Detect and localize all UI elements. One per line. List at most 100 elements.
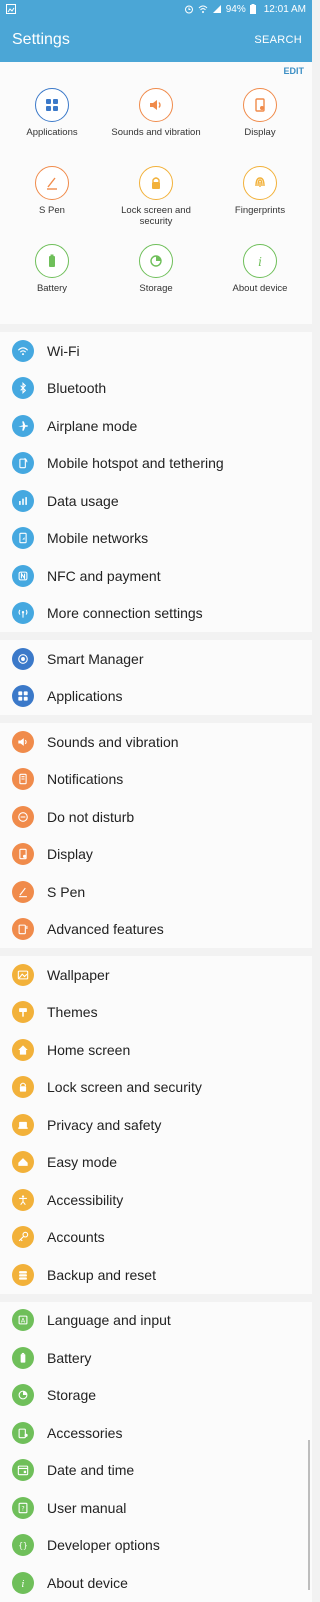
airplane-icon bbox=[12, 414, 34, 437]
settings-item-accounts[interactable]: Accounts bbox=[0, 1219, 312, 1257]
settings-item-storage[interactable]: Storage bbox=[0, 1377, 312, 1415]
do-not-disturb-icon bbox=[12, 805, 34, 828]
settings-item-applications[interactable]: Applications bbox=[0, 678, 312, 716]
battery-percent: 94% bbox=[225, 3, 246, 15]
settings-item-label: Data usage bbox=[47, 492, 119, 509]
settings-item-mobile-networks[interactable]: Mobile networks bbox=[0, 520, 312, 558]
settings-item-lock-screen-and-security[interactable]: Lock screen and security bbox=[0, 1069, 312, 1107]
settings-item-themes[interactable]: Themes bbox=[0, 994, 312, 1032]
settings-item-home-screen[interactable]: Home screen bbox=[0, 1031, 312, 1069]
quick-item-battery[interactable]: Battery bbox=[0, 244, 104, 322]
svg-text:A: A bbox=[21, 1318, 26, 1325]
quick-item-label: Fingerprints bbox=[234, 205, 286, 216]
settings-item-do-not-disturb[interactable]: Do not disturb bbox=[0, 798, 312, 836]
settings-item-easy-mode[interactable]: Easy mode bbox=[0, 1144, 312, 1182]
settings-section: Wi-Fi Bluetooth Airplane mode Mobile hotspo… bbox=[0, 332, 312, 632]
quick-settings-panel: EDIT Applications Sounds and vibration Dis… bbox=[0, 62, 312, 324]
settings-item-date-and-time[interactable]: Date and time bbox=[0, 1452, 312, 1490]
settings-item-data-usage[interactable]: Data usage bbox=[0, 482, 312, 520]
app-bar: Settings SEARCH bbox=[0, 18, 312, 62]
battery-icon bbox=[12, 1346, 34, 1369]
settings-item-accessories[interactable]: Accessories bbox=[0, 1414, 312, 1452]
settings-item-display[interactable]: Display bbox=[0, 836, 312, 874]
settings-item-s-pen[interactable]: S Pen bbox=[0, 873, 312, 911]
quick-item-sounds-and-vibration[interactable]: Sounds and vibration bbox=[104, 88, 208, 166]
settings-item-sounds-and-vibration[interactable]: Sounds and vibration bbox=[0, 723, 312, 761]
quick-item-fingerprints[interactable]: Fingerprints bbox=[208, 166, 312, 244]
quick-item-s-pen[interactable]: S Pen bbox=[0, 166, 104, 244]
settings-item-label: Accounts bbox=[47, 1229, 105, 1246]
language-icon: A bbox=[12, 1309, 34, 1332]
settings-item-label: Storage bbox=[47, 1387, 97, 1404]
svg-text:{}: {} bbox=[18, 1541, 27, 1550]
settings-item-label: About device bbox=[47, 1574, 128, 1591]
settings-item-smart-manager[interactable]: Smart Manager bbox=[0, 640, 312, 678]
settings-item-about-device[interactable]: i About device bbox=[0, 1564, 312, 1602]
advanced-features-icon bbox=[12, 918, 34, 941]
settings-item-label: Accessibility bbox=[47, 1191, 124, 1208]
quick-item-label: Display bbox=[244, 127, 276, 138]
settings-item-backup-and-reset[interactable]: Backup and reset bbox=[0, 1256, 312, 1294]
settings-item-notifications[interactable]: Notifications bbox=[0, 761, 312, 799]
quick-item-display[interactable]: Display bbox=[208, 88, 312, 166]
wallpaper-icon bbox=[12, 963, 34, 986]
signal-icon bbox=[212, 4, 222, 14]
settings-item-privacy-and-safety[interactable]: Privacy and safety bbox=[0, 1106, 312, 1144]
settings-item-more-connection-settings[interactable]: More connection settings bbox=[0, 595, 312, 633]
settings-item-accessibility[interactable]: Accessibility bbox=[0, 1181, 312, 1219]
settings-item-label: Developer options bbox=[47, 1537, 160, 1554]
settings-item-nfc-and-payment[interactable]: NFC and payment bbox=[0, 557, 312, 595]
quick-item-applications[interactable]: Applications bbox=[0, 88, 104, 166]
settings-item-bluetooth[interactable]: Bluetooth bbox=[0, 370, 312, 408]
lock-icon bbox=[139, 166, 173, 200]
settings-item-language-and-input[interactable]: A Language and input bbox=[0, 1302, 312, 1340]
settings-list: Wi-Fi Bluetooth Airplane mode Mobile hotspo… bbox=[0, 332, 312, 1602]
quick-item-label: Sounds and vibration bbox=[111, 127, 201, 138]
storage-icon bbox=[12, 1384, 34, 1407]
lock-icon bbox=[12, 1076, 34, 1099]
bluetooth-icon bbox=[12, 377, 34, 400]
settings-item-wi-fi[interactable]: Wi-Fi bbox=[0, 332, 312, 370]
settings-item-advanced-features[interactable]: Advanced features bbox=[0, 911, 312, 949]
settings-item-developer-options[interactable]: {} Developer options bbox=[0, 1527, 312, 1565]
search-button[interactable]: SEARCH bbox=[254, 34, 302, 46]
pen-icon bbox=[12, 880, 34, 903]
manual-icon: ? bbox=[12, 1496, 34, 1519]
settings-item-user-manual[interactable]: ? User manual bbox=[0, 1489, 312, 1527]
settings-item-label: Bluetooth bbox=[47, 380, 107, 397]
edit-button[interactable]: EDIT bbox=[283, 66, 304, 76]
backup-icon bbox=[12, 1263, 34, 1286]
key-icon bbox=[12, 1226, 34, 1249]
quick-item-lock-screen-and-security[interactable]: Lock screen and security bbox=[104, 166, 208, 244]
wifi-status-icon bbox=[198, 4, 208, 14]
settings-item-airplane-mode[interactable]: Airplane mode bbox=[0, 407, 312, 445]
hotspot-icon bbox=[12, 452, 34, 475]
settings-item-label: Notifications bbox=[47, 771, 124, 788]
alarm-icon bbox=[184, 4, 194, 14]
scrollbar[interactable] bbox=[308, 1440, 310, 1590]
svg-text:i: i bbox=[22, 1579, 25, 1590]
settings-item-label: Date and time bbox=[47, 1462, 135, 1479]
gallery-icon bbox=[6, 4, 16, 14]
svg-text:?: ? bbox=[21, 1505, 24, 1512]
info-icon: i bbox=[12, 1571, 34, 1594]
connection-icon bbox=[12, 602, 34, 625]
wifi-icon bbox=[12, 339, 34, 362]
quick-item-about-device[interactable]: i About device bbox=[208, 244, 312, 322]
display-icon bbox=[12, 843, 34, 866]
easy-mode-icon bbox=[12, 1151, 34, 1174]
quick-item-label: S Pen bbox=[39, 205, 65, 216]
nfc-icon bbox=[12, 564, 34, 587]
quick-item-storage[interactable]: Storage bbox=[104, 244, 208, 322]
battery-icon bbox=[35, 244, 69, 278]
settings-item-battery[interactable]: Battery bbox=[0, 1339, 312, 1377]
settings-item-label: Mobile hotspot and tethering bbox=[47, 455, 224, 472]
apps-grid-icon bbox=[35, 88, 69, 122]
calendar-icon bbox=[12, 1459, 34, 1482]
settings-item-wallpaper[interactable]: Wallpaper bbox=[0, 956, 312, 994]
quick-item-label: Storage bbox=[139, 283, 173, 294]
quick-item-label: About device bbox=[232, 283, 288, 294]
settings-item-mobile-hotspot-and-tethering[interactable]: Mobile hotspot and tethering bbox=[0, 445, 312, 483]
settings-section: Smart Manager Applications bbox=[0, 640, 312, 715]
settings-item-label: Home screen bbox=[47, 1041, 131, 1058]
